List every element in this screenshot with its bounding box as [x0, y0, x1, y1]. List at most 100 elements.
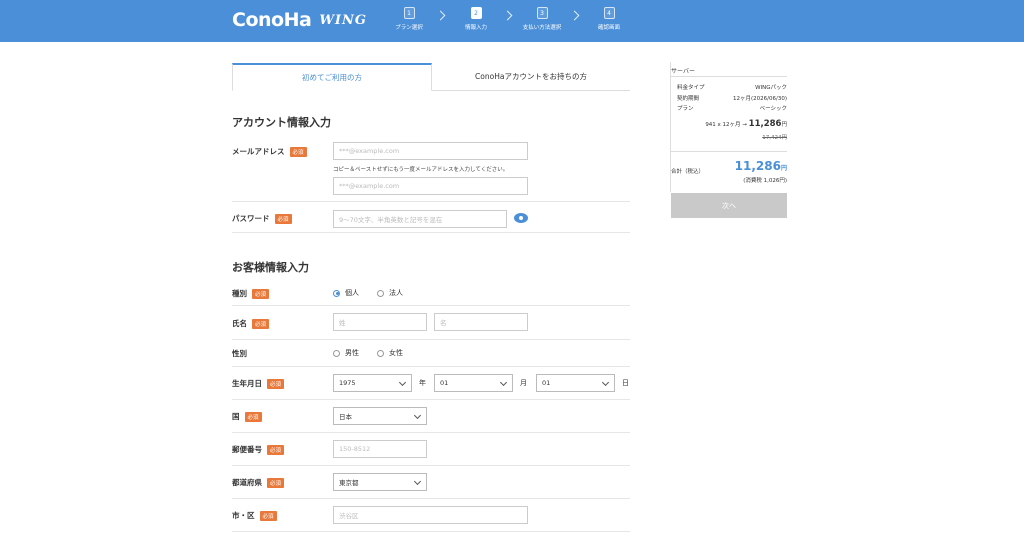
type-radio-corporate[interactable]: 法人 — [377, 288, 403, 298]
gender-radio-female[interactable]: 女性 — [377, 348, 403, 358]
year-unit: 年 — [419, 379, 426, 387]
original-price: 17,424円 — [762, 135, 787, 141]
total-value: 11,286 — [734, 159, 781, 173]
city-label: 市・区 必須 — [232, 510, 277, 521]
show-password-icon[interactable] — [514, 213, 528, 223]
city-label-text: 市・区 — [232, 511, 255, 520]
required-badge: 必須 — [289, 146, 307, 157]
country-select[interactable]: 日本 — [333, 407, 427, 425]
step-plan-select: 1 プラン選択 — [379, 7, 439, 31]
step-number: 2 — [470, 7, 482, 19]
price-formula: 941 x 12ヶ月 → — [705, 122, 749, 128]
summary-value: 12ヶ月(2026/06/30) — [733, 96, 787, 102]
prefecture-select[interactable]: 東京都 — [333, 473, 427, 491]
tab-existing-account[interactable]: ConoHaアカウントをお持ちの方 — [432, 63, 630, 91]
prefecture-label-text: 都道府県 — [232, 478, 262, 487]
zip-row: 郵便番号 必須 — [232, 433, 630, 466]
price-value: 11,286 — [748, 119, 782, 129]
radio-selected-icon — [333, 289, 340, 297]
password-label-text: パスワード — [232, 214, 270, 223]
country-label-text: 国 — [232, 412, 240, 421]
email-confirm-input[interactable]: ***@example.com — [333, 177, 528, 195]
radio-empty-icon — [377, 289, 384, 297]
birthdate-label-text: 生年月日 — [232, 379, 262, 388]
required-badge: 必須 — [252, 288, 270, 299]
radio-label: 個人 — [345, 289, 359, 297]
total-price: 11,286円 — [735, 159, 787, 173]
email-input[interactable]: ***@example.com — [333, 142, 528, 160]
total-label: 合計（税込） — [671, 169, 705, 175]
logo-main-text: ConoHa — [232, 9, 312, 31]
step-confirm: 4 確認画面 — [579, 7, 639, 31]
required-badge: 必須 — [252, 318, 270, 329]
step-label: 確認画面 — [597, 25, 620, 31]
next-button[interactable]: 次へ — [671, 193, 787, 218]
radio-label: 男性 — [345, 349, 359, 357]
required-badge: 必須 — [259, 510, 277, 521]
total-unit: 円 — [780, 165, 787, 172]
birthdate-label: 生年月日 必須 — [232, 378, 285, 389]
last-name-input[interactable]: 姓 — [333, 313, 427, 331]
top-header: ConoHa WING 1 プラン選択 2 情報入力 3 支払い方法選択 4 確… — [0, 0, 1024, 42]
password-input[interactable]: 9〜70文字、半角英数と記号を混在 — [333, 210, 507, 228]
customer-section-title: お客様情報入力 — [232, 261, 309, 274]
prefecture-label: 都道府県 必須 — [232, 477, 285, 488]
email-confirm-note: コピー＆ペーストせずにもう一度メールアドレスを入力してください。 — [333, 167, 509, 173]
summary-value: WINGパック — [755, 85, 787, 91]
email-label-text: メールアドレス — [232, 147, 285, 156]
radio-label: 法人 — [389, 289, 403, 297]
radio-label: 女性 — [389, 349, 403, 357]
country-row: 国 必須 — [232, 400, 630, 433]
type-row: 種別 必須 — [232, 280, 630, 306]
name-row: 氏名 必須 — [232, 306, 630, 340]
step-number: 4 — [603, 7, 615, 19]
required-badge: 必須 — [267, 444, 285, 455]
step-info-input: 2 情報入力 — [446, 7, 506, 31]
account-section-title: アカウント情報入力 — [232, 116, 331, 129]
type-label-text: 種別 — [232, 289, 247, 298]
type-label: 種別 必須 — [232, 288, 270, 299]
country-label: 国 必須 — [232, 411, 262, 422]
prefecture-row: 都道府県 必須 — [232, 466, 630, 499]
step-label: プラン選択 — [395, 25, 423, 31]
name-label-text: 氏名 — [232, 319, 247, 328]
type-radio-individual[interactable]: 個人 — [333, 288, 359, 298]
zip-label-text: 郵便番号 — [232, 445, 262, 454]
logo-sub-text: WING — [319, 12, 367, 28]
gender-label-text: 性別 — [232, 349, 247, 358]
first-name-input[interactable]: 名 — [434, 313, 528, 331]
account-tabs: 初めてご利用の方 ConoHaアカウントをお持ちの方 — [232, 63, 630, 91]
summary-key: 契約期間 — [677, 96, 700, 102]
gender-row: 性別 — [232, 340, 630, 367]
summary-key: 料金タイプ — [677, 85, 705, 91]
name-label: 氏名 必須 — [232, 318, 270, 329]
month-unit: 月 — [520, 379, 527, 387]
summary-key: プラン — [677, 106, 694, 112]
required-badge: 必須 — [267, 378, 285, 389]
step-payment-select: 3 支払い方法選択 — [512, 7, 572, 31]
required-badge: 必須 — [274, 213, 292, 224]
password-label: パスワード 必須 — [232, 213, 292, 224]
step-number: 3 — [536, 7, 548, 19]
price-unit: 円 — [781, 122, 787, 128]
birth-month-select[interactable]: 01 — [434, 374, 513, 392]
tab-first-time[interactable]: 初めてご利用の方 — [232, 63, 432, 91]
zip-input[interactable]: 150-8512 — [333, 440, 427, 458]
step-label: 支払い方法選択 — [522, 25, 562, 31]
birth-day-select[interactable]: 01 — [536, 374, 615, 392]
conoha-wing-logo[interactable]: ConoHa WING — [232, 9, 367, 31]
tax-note: (消費税 1,026円) — [743, 178, 787, 184]
birth-year-select[interactable]: 1975 — [333, 374, 412, 392]
required-badge: 必須 — [244, 411, 262, 422]
city-input[interactable]: 渋谷区 — [333, 506, 528, 524]
step-number: 1 — [403, 7, 415, 19]
email-label: メールアドレス 必須 — [232, 146, 307, 157]
summary-title: サーバー — [671, 68, 695, 75]
radio-empty-icon — [377, 349, 384, 357]
price-calculation: 941 x 12ヶ月 → 11,286円 — [705, 119, 787, 129]
gender-radio-male[interactable]: 男性 — [333, 348, 359, 358]
step-label: 情報入力 — [464, 25, 487, 31]
required-badge: 必須 — [267, 477, 285, 488]
day-unit: 日 — [622, 379, 629, 387]
gender-label: 性別 — [232, 348, 247, 359]
